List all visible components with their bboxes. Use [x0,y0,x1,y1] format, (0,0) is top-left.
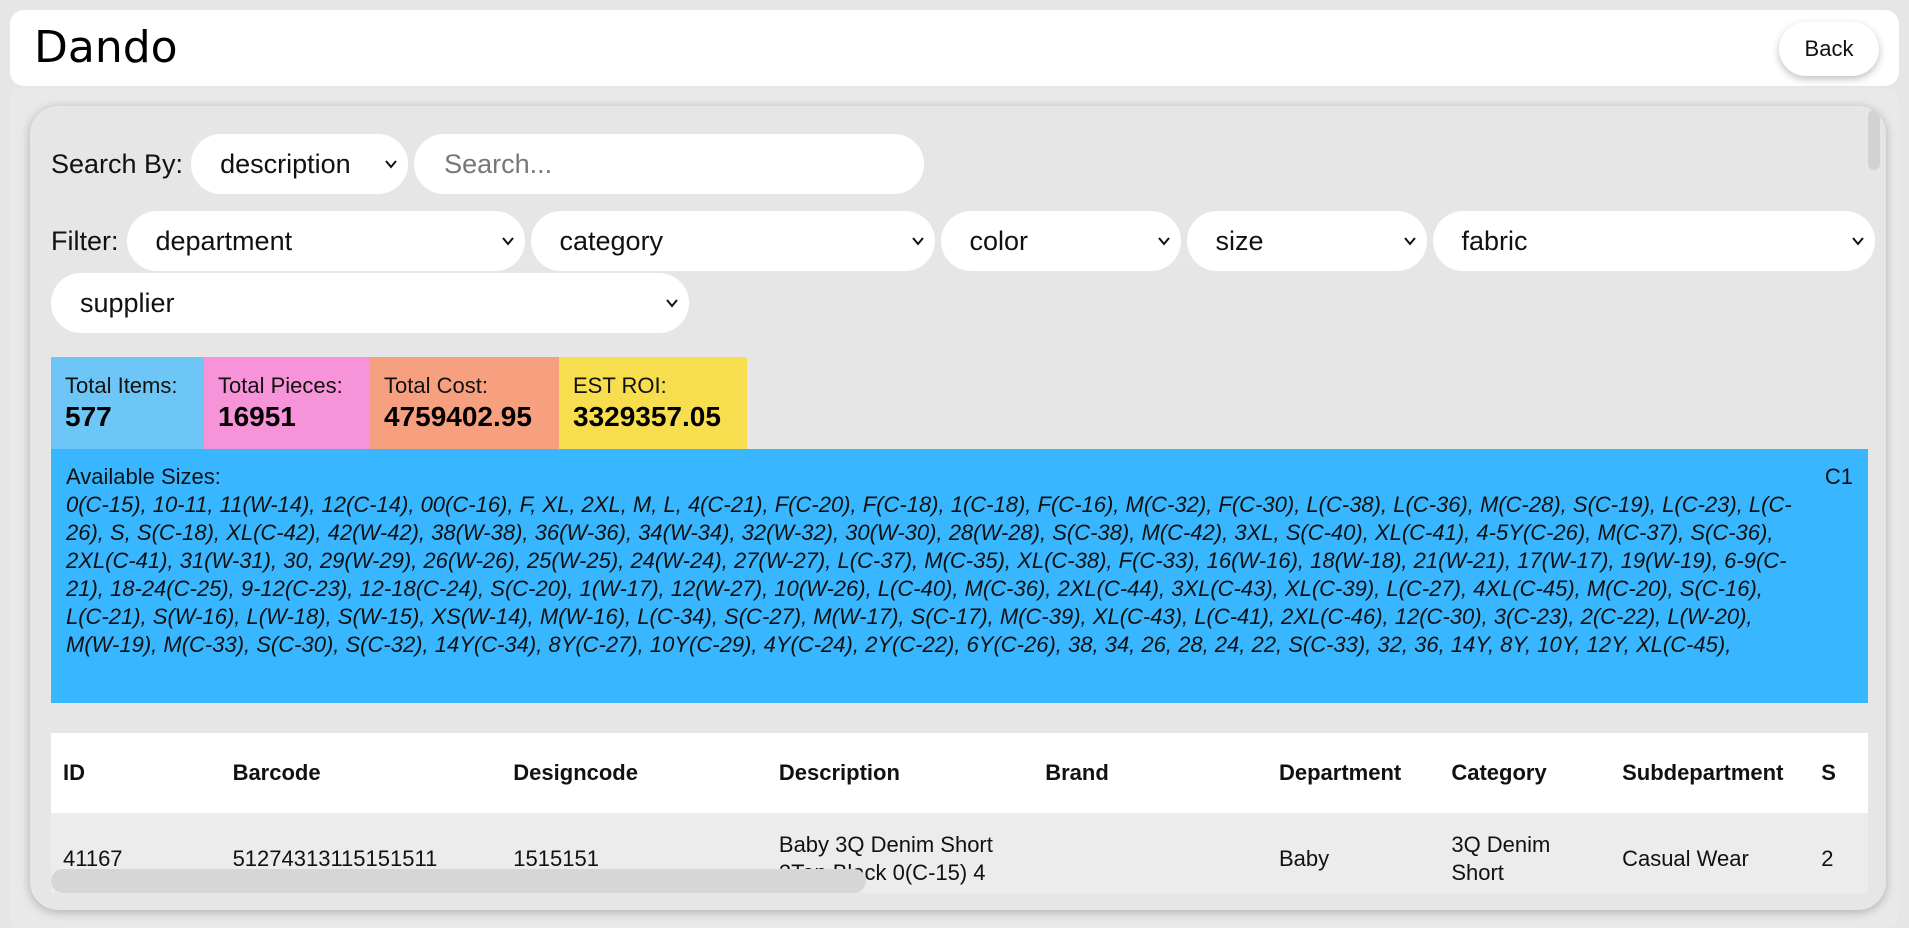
cell-subdepartment: Casual Wear [1610,813,1810,893]
fabric-value: fabric [1461,225,1528,256]
color-select[interactable]: color [940,211,1181,271]
inventory-table-container: ID Barcode Designcode Description Brand … [51,733,1868,893]
app-header: Dando Back [10,10,1899,86]
cell-brand [1033,813,1267,893]
cell-category: 3Q Denim Short [1439,813,1611,893]
total-cost-card: Total Cost: 4759402.95 [370,357,559,449]
filter-row: Filter: department category color size f… [51,211,1875,271]
available-sizes-box: Available Sizes: 0(C-15), 10-11, 11(W-14… [51,449,1868,703]
cell-department: Baby [1266,813,1440,893]
chevron-down-icon [1157,237,1170,246]
back-button[interactable]: Back [1779,22,1879,76]
total-items-card: Total Items: 577 [51,357,204,449]
est-roi-value: 3329357.05 [573,401,721,432]
app-title: Dando [34,22,178,73]
category-select[interactable]: category [530,211,935,271]
size-select[interactable]: size [1186,211,1427,271]
total-items-value: 577 [65,401,112,432]
chevron-down-icon [666,299,678,308]
inventory-panel: Search By: description Filter: departmen… [30,106,1886,910]
horizontal-scrollbar[interactable] [51,869,866,893]
total-cost-value: 4759402.95 [384,401,532,432]
search-row: Search By: description [51,134,925,194]
filter-label: Filter: [51,225,119,256]
est-roi-label: EST ROI: [573,373,667,398]
est-roi-card: EST ROI: 3329357.05 [559,357,747,449]
filter-row-2: supplier [51,273,695,333]
total-items-label: Total Items: [65,373,178,398]
column-header-barcode[interactable]: Barcode [220,733,502,813]
available-sizes-label: Available Sizes: [66,464,221,489]
column-header-department[interactable]: Department [1266,733,1440,813]
column-header-brand[interactable]: Brand [1033,733,1267,813]
table-header-row: ID Barcode Designcode Description Brand … [51,733,1868,813]
search-by-value: description [220,148,351,179]
sizes-code: C1 [1824,464,1853,489]
color-value: color [969,225,1029,256]
total-pieces-label: Total Pieces: [218,373,343,398]
search-by-label: Search By: [51,148,184,179]
supplier-select[interactable]: supplier [51,273,689,333]
supplier-value: supplier [80,287,175,318]
total-cost-label: Total Cost: [384,373,488,398]
column-header-description[interactable]: Description [766,733,1034,813]
fabric-select[interactable]: fabric [1432,211,1875,271]
column-header-designcode[interactable]: Designcode [501,733,767,813]
chevron-down-icon [1403,237,1416,246]
column-header-category[interactable]: Category [1439,733,1611,813]
available-sizes-list: 0(C-15), 10-11, 11(W-14), 12(C-14), 00(C… [66,492,1792,657]
department-select[interactable]: department [126,211,525,271]
column-header-subdepartment[interactable]: Subdepartment [1610,733,1810,813]
chevron-down-icon [501,237,514,246]
vertical-scrollbar[interactable] [1868,110,1880,170]
search-by-select[interactable]: description [191,134,409,194]
search-input[interactable] [414,134,925,194]
chevron-down-icon [1851,237,1864,246]
category-value: category [559,225,664,256]
total-pieces-card: Total Pieces: 16951 [204,357,370,449]
size-value: size [1215,225,1264,256]
column-header-id[interactable]: ID [51,733,221,813]
column-header-s[interactable]: S [1809,733,1868,813]
chevron-down-icon [385,160,397,169]
total-pieces-value: 16951 [218,401,296,432]
department-value: department [155,225,293,256]
summary-stats: Total Items: 577 Total Pieces: 16951 Tot… [51,357,747,449]
cell-s: 2 [1809,813,1868,893]
chevron-down-icon [911,237,924,246]
